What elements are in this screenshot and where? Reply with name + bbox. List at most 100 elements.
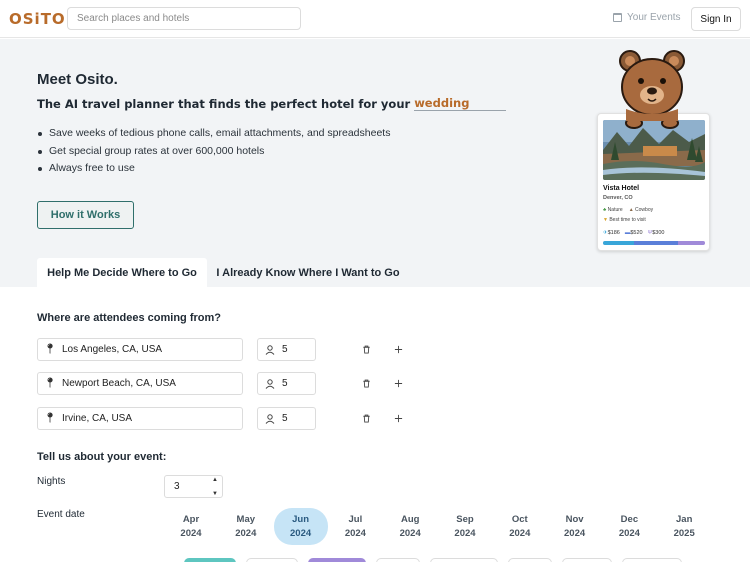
- pin-icon: 📍︎: [43, 413, 57, 424]
- osito-logo[interactable]: OSiTO: [9, 10, 66, 28]
- best-time-label: ▼ Best time to visit: [603, 217, 646, 223]
- nights-stepper[interactable]: ▲ ▼: [210, 477, 220, 497]
- stepper-up-icon[interactable]: ▲: [212, 477, 218, 483]
- attendee-count-value: 5: [282, 344, 288, 355]
- month-label: Jan: [676, 513, 693, 525]
- hat-icon: ▲: [628, 207, 634, 213]
- origin-location-value: Irvine, CA, USA: [62, 413, 133, 424]
- attendee-count-value: 5: [282, 378, 288, 389]
- add-row-button[interactable]: [391, 411, 405, 425]
- plus-icon: [394, 379, 402, 387]
- month-label: Apr: [182, 513, 200, 525]
- trophy-icon: ▼: [603, 217, 608, 223]
- year-label: 2024: [344, 527, 366, 539]
- price-breakdown-bar: [603, 241, 705, 245]
- year-label: 2024: [454, 527, 476, 539]
- date-chip[interactable]: [308, 558, 366, 562]
- tab-already-know[interactable]: I Already Know Where I Want to Go: [214, 258, 402, 288]
- person-icon: [258, 344, 282, 355]
- month-label: Jun: [292, 513, 310, 525]
- person-icon: [258, 413, 282, 424]
- plus-icon: [394, 414, 402, 422]
- origin-location-value: Los Angeles, CA, USA: [62, 344, 163, 355]
- year-label: 2024: [180, 527, 202, 539]
- month-label: Aug: [400, 513, 420, 525]
- food-segment: [678, 241, 705, 245]
- feature-item: Save weeks of tedious phone calls, email…: [37, 127, 390, 145]
- month-option-jul-2024[interactable]: Jul 2024: [328, 508, 382, 545]
- your-events-label: Your Events: [627, 12, 681, 23]
- calendar-icon: [613, 13, 622, 22]
- hero-subtitle: The AI travel planner that finds the per…: [37, 96, 507, 111]
- date-chip[interactable]: [508, 558, 552, 562]
- month-option-oct-2024[interactable]: Oct 2024: [493, 508, 547, 545]
- add-row-button[interactable]: [391, 342, 405, 356]
- nights-value: 3: [174, 481, 180, 492]
- month-label: May: [236, 513, 256, 525]
- date-chip[interactable]: [184, 558, 236, 562]
- nights-input[interactable]: 3 ▲ ▼: [164, 475, 223, 498]
- search-input[interactable]: [67, 7, 301, 30]
- month-option-sep-2024[interactable]: Sep 2024: [438, 508, 492, 545]
- pin-icon: 📍︎: [43, 378, 57, 389]
- delete-row-button[interactable]: [359, 411, 373, 425]
- rotating-word: wedding: [414, 96, 507, 111]
- hotel-price: ▬$520: [624, 230, 643, 236]
- flight-price: ✈$186: [603, 230, 620, 236]
- month-option-jun-2024[interactable]: Jun 2024: [273, 508, 328, 545]
- nights-label: Nights: [37, 476, 66, 487]
- date-chip[interactable]: [622, 558, 682, 562]
- how-it-works-button[interactable]: How it Works: [37, 201, 134, 229]
- date-chip[interactable]: [562, 558, 612, 562]
- event-title: Tell us about your event:: [37, 451, 167, 463]
- feature-item: Always free to use: [37, 162, 390, 180]
- month-option-may-2024[interactable]: May 2024: [219, 508, 273, 545]
- month-label: Sep: [456, 513, 474, 525]
- stepper-down-icon[interactable]: ▼: [212, 491, 218, 497]
- month-option-jan-2025[interactable]: Jan 2025: [657, 508, 711, 545]
- hero-title: Meet Osito.: [37, 71, 118, 88]
- add-row-button[interactable]: [391, 376, 405, 390]
- year-label: 2024: [564, 527, 586, 539]
- your-events-link[interactable]: Your Events: [613, 12, 681, 23]
- plus-icon: [394, 345, 402, 353]
- tab-help-me-decide[interactable]: Help Me Decide Where to Go: [37, 258, 207, 288]
- month-option-aug-2024[interactable]: Aug 2024: [383, 508, 437, 545]
- hotel-location: Denver, CO: [603, 195, 633, 201]
- delete-row-button[interactable]: [359, 342, 373, 356]
- date-chip[interactable]: [246, 558, 298, 562]
- month-option-nov-2024[interactable]: Nov 2024: [548, 508, 602, 545]
- month-label: Dec: [620, 513, 639, 525]
- year-label: 2025: [673, 527, 695, 539]
- month-option-apr-2024[interactable]: Apr 2024: [164, 508, 218, 545]
- year-label: 2024: [399, 527, 421, 539]
- feature-item: Get special group rates at over 600,000 …: [37, 145, 390, 163]
- year-label: 2024: [509, 527, 531, 539]
- sign-in-button[interactable]: Sign In: [691, 7, 741, 31]
- origin-location-field[interactable]: 📍︎ Irvine, CA, USA: [37, 407, 243, 430]
- attendee-count-field[interactable]: 5: [257, 407, 316, 430]
- delete-row-button[interactable]: [359, 376, 373, 390]
- month-option-dec-2024[interactable]: Dec 2024: [602, 508, 656, 545]
- top-nav: OSiTO Your Events Sign In: [0, 0, 750, 38]
- date-chip[interactable]: [376, 558, 420, 562]
- hotel-preview-card: Vista Hotel Denver, CO ♣ Nature ▲ Cowboy…: [597, 113, 710, 251]
- year-label: 2024: [618, 527, 640, 539]
- attendee-count-field[interactable]: 5: [257, 372, 316, 395]
- hotel-segment: [633, 241, 679, 245]
- person-icon: [258, 378, 282, 389]
- trash-icon: [362, 414, 370, 423]
- event-date-label: Event date: [37, 509, 85, 520]
- date-chip[interactable]: [430, 558, 498, 562]
- feature-list: Save weeks of tedious phone calls, email…: [37, 127, 390, 180]
- attendee-count-value: 5: [282, 413, 288, 424]
- attendee-count-field[interactable]: 5: [257, 338, 316, 361]
- hotel-prices: ✈$186 ▬$520 Ψ$300: [603, 230, 664, 236]
- origin-location-field[interactable]: 📍︎ Los Angeles, CA, USA: [37, 338, 243, 361]
- food-price: Ψ$300: [647, 230, 665, 236]
- origin-location-field[interactable]: 📍︎ Newport Beach, CA, USA: [37, 372, 243, 395]
- year-label: 2024: [235, 527, 257, 539]
- month-label: Oct: [511, 513, 528, 525]
- leaf-icon: ♣: [603, 207, 607, 213]
- hero-subtitle-text: The AI travel planner that finds the per…: [37, 97, 411, 111]
